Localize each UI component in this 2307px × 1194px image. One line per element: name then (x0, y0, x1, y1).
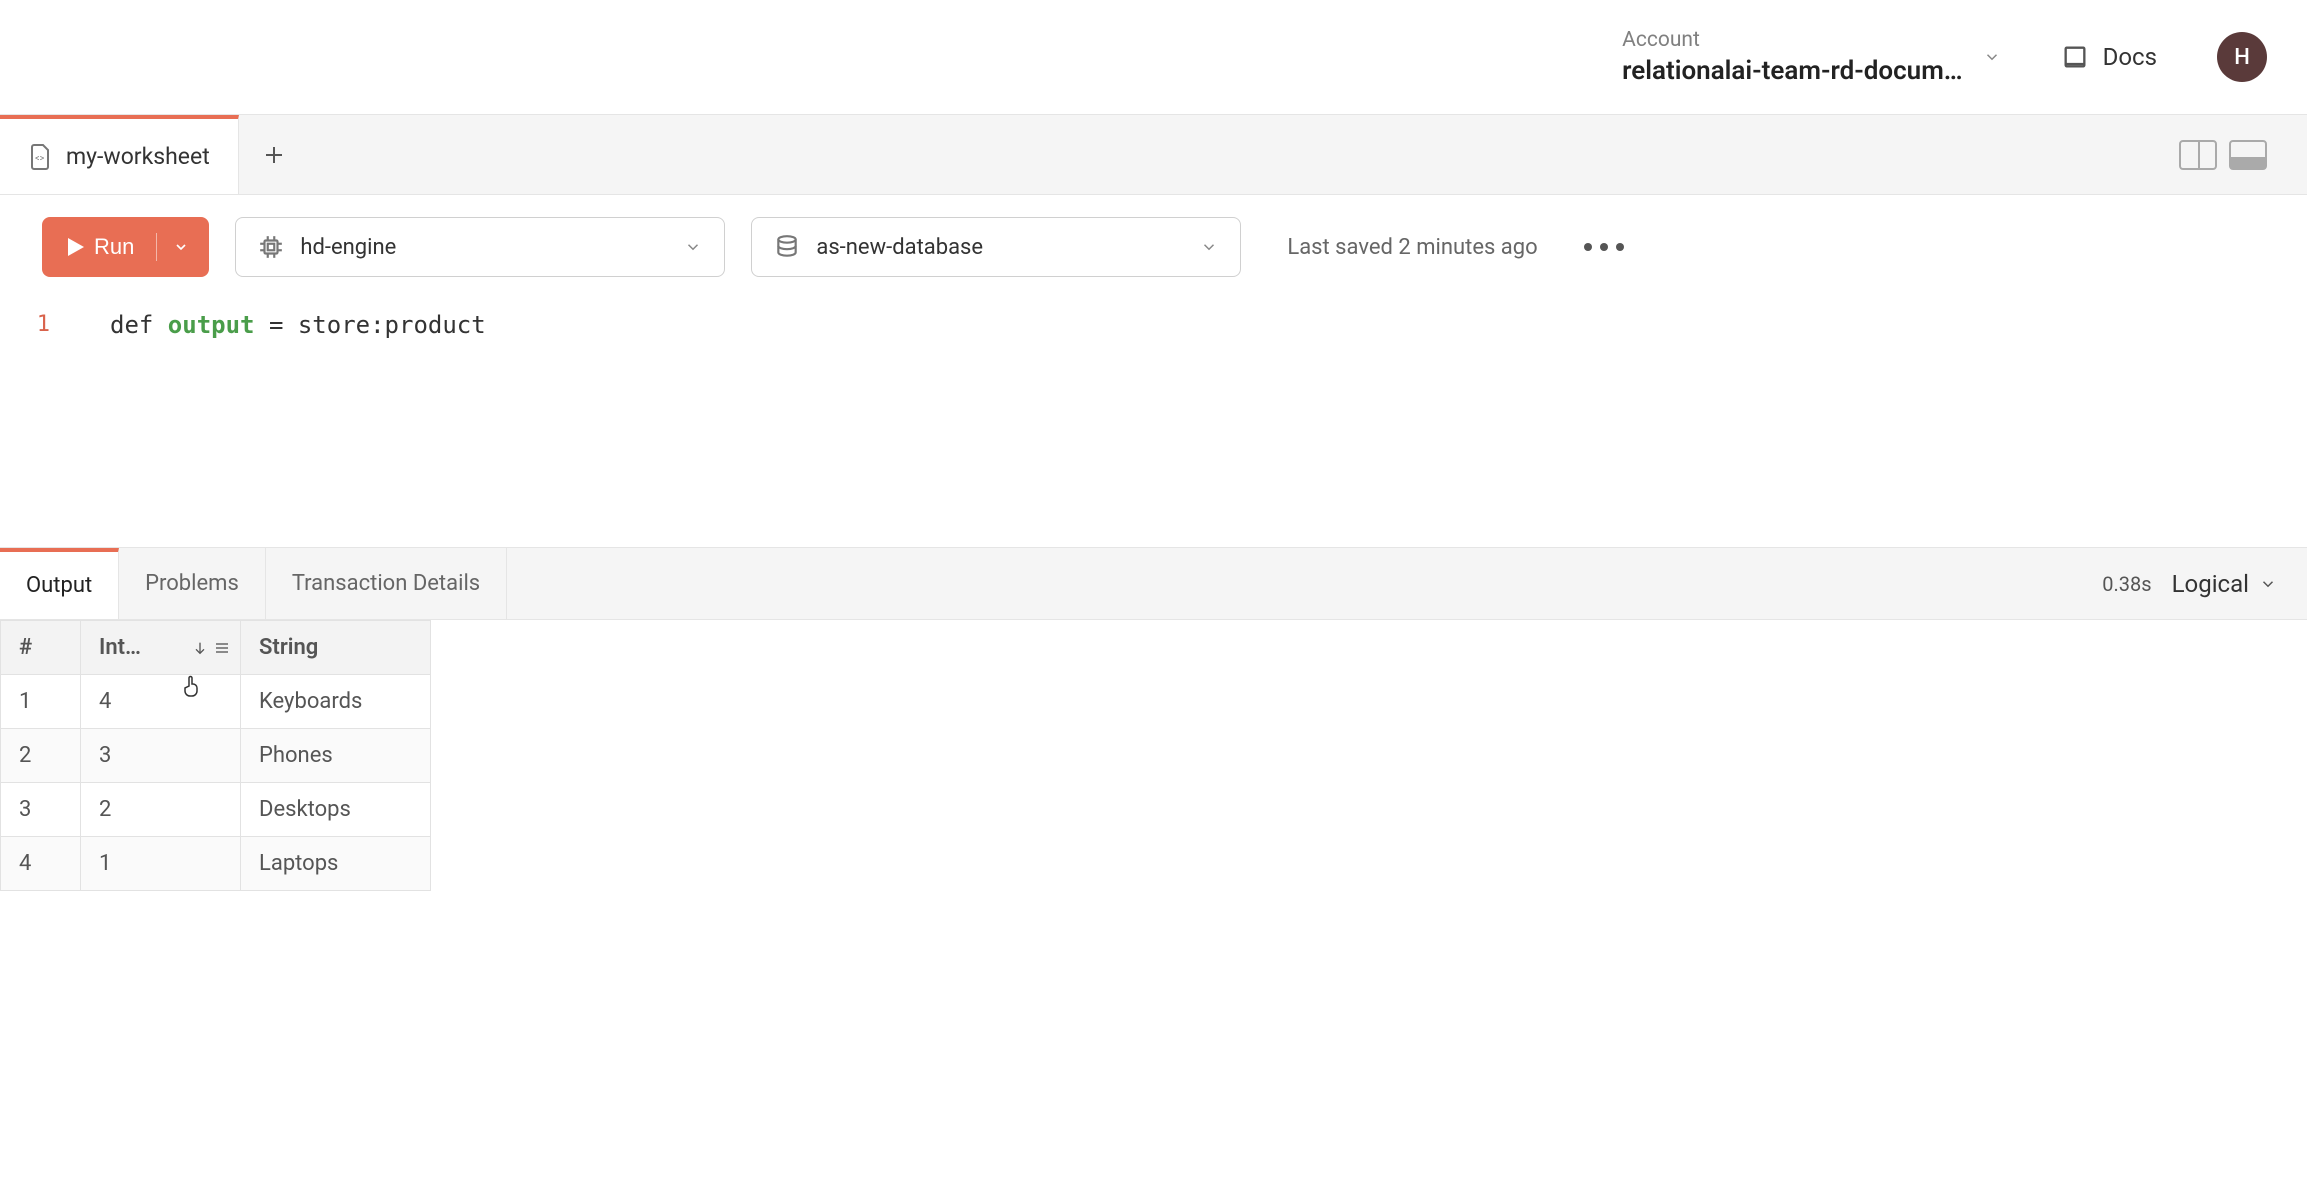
query-timing: 0.38s (2102, 572, 2151, 596)
docs-link[interactable]: Docs (2061, 43, 2157, 71)
row-index: 3 (1, 783, 81, 837)
view-mode-select[interactable]: Logical (2172, 570, 2277, 598)
column-header-label: String (259, 635, 318, 660)
engine-name: hd-engine (300, 235, 396, 260)
table-row[interactable]: 2 3 Phones (1, 729, 431, 783)
worksheet-tab-active[interactable]: <> my-worksheet (0, 115, 239, 194)
chevron-down-icon (684, 238, 702, 256)
more-menu-button[interactable] (1584, 243, 1624, 251)
view-mode-label: Logical (2172, 570, 2249, 598)
output-table: # Int… String 1 (0, 620, 431, 891)
results-tabbar: Output Problems Transaction Details 0.38… (0, 548, 2307, 620)
svg-text:<>: <> (35, 154, 45, 164)
code-editor[interactable]: 1 def output = store:product (0, 287, 2307, 547)
code-identifier: output (168, 311, 255, 339)
cell-int: 4 (81, 675, 241, 729)
line-gutter: 1 (0, 307, 80, 547)
line-number: 1 (0, 307, 50, 343)
play-icon (68, 238, 84, 256)
table-row[interactable]: 4 1 Laptops (1, 837, 431, 891)
row-index: 2 (1, 729, 81, 783)
cell-int: 2 (81, 783, 241, 837)
layout-toggle-group (2179, 140, 2287, 170)
worksheet-tabbar: <> my-worksheet (0, 115, 2307, 195)
column-header-label: # (19, 635, 32, 660)
plus-icon (262, 143, 286, 167)
user-avatar[interactable]: H (2217, 32, 2267, 82)
database-name: as-new-database (816, 235, 983, 260)
results-meta: 0.38s Logical (2102, 570, 2307, 598)
cell-string: Keyboards (241, 675, 431, 729)
run-button[interactable]: Run (42, 217, 209, 277)
chevron-down-icon (1983, 48, 2001, 66)
app-header: Account relationalai-team-rd-docum… Docs… (0, 0, 2307, 115)
account-label: Account (1622, 28, 1962, 52)
database-select[interactable]: as-new-database (751, 217, 1241, 277)
column-header-int[interactable]: Int… (81, 621, 241, 675)
layout-split-button[interactable] (2179, 140, 2217, 170)
cell-string: Desktops (241, 783, 431, 837)
cell-int: 1 (81, 837, 241, 891)
docs-label: Docs (2103, 43, 2157, 71)
column-header-string[interactable]: String (241, 621, 431, 675)
column-header-label: Int… (99, 635, 141, 660)
cpu-icon (258, 234, 284, 260)
results-tab-problems[interactable]: Problems (119, 548, 266, 619)
worksheet-toolbar: Run hd-engine as-new-database Last saved… (0, 195, 2307, 287)
engine-select[interactable]: hd-engine (235, 217, 725, 277)
row-index: 4 (1, 837, 81, 891)
results-tab-output[interactable]: Output (0, 548, 119, 619)
code-keyword: def (110, 311, 168, 339)
table-row[interactable]: 3 2 Desktops (1, 783, 431, 837)
results-panel: Output Problems Transaction Details 0.38… (0, 547, 2307, 891)
cell-int: 3 (81, 729, 241, 783)
chevron-down-icon (1200, 238, 1218, 256)
row-index: 1 (1, 675, 81, 729)
table-row[interactable]: 1 4 Keyboards (1, 675, 431, 729)
run-label: Run (94, 234, 134, 260)
code-line[interactable]: def output = store:product (80, 307, 486, 547)
add-tab-button[interactable] (239, 115, 309, 194)
results-tab-label: Transaction Details (292, 571, 480, 596)
results-tab-transaction[interactable]: Transaction Details (266, 548, 507, 619)
cell-string: Phones (241, 729, 431, 783)
column-header-index[interactable]: # (1, 621, 81, 675)
worksheet-icon: <> (28, 143, 52, 171)
output-table-body: 1 4 Keyboards 2 3 Phones 3 2 Desktops 4 … (1, 675, 431, 891)
cell-string: Laptops (241, 837, 431, 891)
account-name: relationalai-team-rd-docum… (1622, 56, 1962, 86)
last-saved-text: Last saved 2 minutes ago (1287, 235, 1537, 260)
database-icon (774, 234, 800, 260)
chevron-down-icon (2259, 575, 2277, 593)
worksheet-tab-label: my-worksheet (66, 143, 210, 170)
account-selector[interactable]: Account relationalai-team-rd-docum… (1622, 28, 2000, 86)
chevron-down-icon (173, 239, 189, 255)
results-tab-label: Problems (145, 571, 239, 596)
menu-icon (214, 640, 230, 656)
layout-bottom-button[interactable] (2229, 140, 2267, 170)
code-rest: = store:product (255, 311, 486, 339)
sort-desc-icon (192, 640, 208, 656)
avatar-initial: H (2234, 45, 2250, 70)
docs-icon (2061, 43, 2089, 71)
results-tab-label: Output (26, 573, 92, 598)
